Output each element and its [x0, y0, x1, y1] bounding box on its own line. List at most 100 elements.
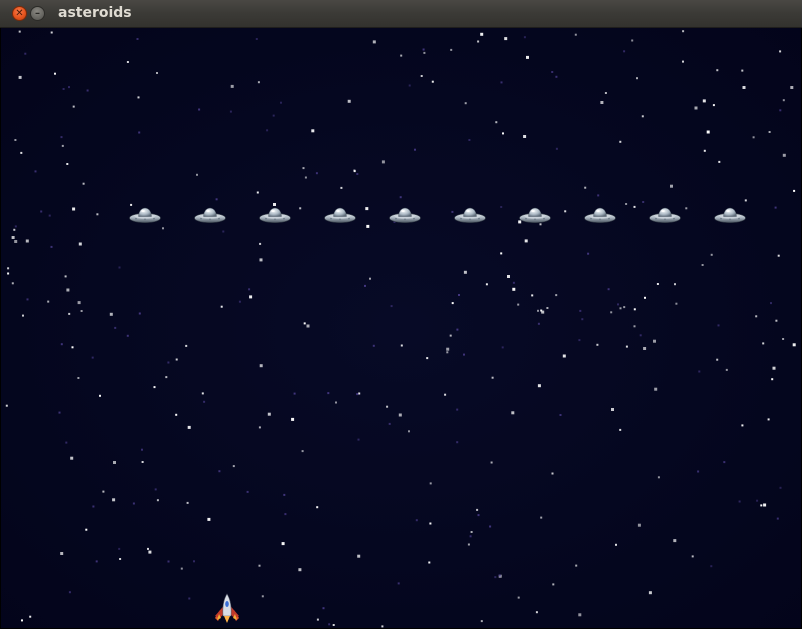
star [444, 393, 447, 396]
star [451, 302, 454, 305]
star [85, 528, 88, 531]
star [477, 40, 480, 43]
star [574, 33, 577, 36]
star [682, 60, 684, 63]
star [258, 426, 261, 429]
star [584, 186, 587, 189]
game-canvas[interactable] [1, 28, 801, 628]
faint-star [203, 400, 206, 403]
close-icon[interactable]: ✕ [12, 6, 27, 21]
faint-star [489, 525, 492, 528]
star [552, 583, 555, 586]
faint-star [293, 392, 296, 395]
star [60, 552, 64, 555]
star [682, 30, 685, 33]
star [102, 490, 105, 493]
star [463, 270, 467, 274]
faint-star [756, 499, 759, 502]
star [119, 558, 122, 560]
star [446, 347, 450, 351]
star [357, 554, 361, 558]
star [782, 99, 785, 102]
star [674, 283, 676, 286]
faint-star [500, 206, 503, 208]
star [725, 368, 728, 371]
faint-star [770, 302, 772, 305]
star [476, 508, 479, 511]
faint-star [451, 210, 454, 213]
star [64, 275, 67, 278]
star [311, 129, 315, 133]
star [332, 624, 335, 626]
faint-star [463, 353, 465, 356]
faint-star [167, 560, 170, 563]
star [258, 564, 261, 567]
star [372, 40, 376, 44]
star [381, 625, 384, 628]
faint-star [34, 170, 37, 173]
star [21, 619, 23, 622]
star [706, 130, 710, 134]
star [316, 506, 319, 509]
faint-star [468, 139, 471, 141]
faint-star [388, 422, 391, 425]
star [637, 523, 641, 527]
star [47, 300, 50, 303]
star [50, 31, 53, 34]
faint-star [327, 392, 330, 395]
star [299, 207, 302, 210]
faint-star [642, 201, 645, 203]
faint-star [68, 591, 71, 594]
star [156, 499, 159, 502]
faint-star [60, 136, 63, 139]
faint-star [581, 318, 584, 321]
faint-star [477, 514, 480, 517]
star [562, 354, 566, 358]
star [701, 264, 704, 266]
faint-star [167, 361, 170, 364]
title-bar[interactable]: ✕ – asteroids [0, 0, 802, 28]
star [741, 69, 744, 72]
star [656, 283, 659, 285]
star [291, 417, 295, 421]
faint-star [498, 574, 501, 577]
star [126, 61, 129, 63]
faint-star [559, 414, 562, 416]
star [636, 77, 638, 80]
star [96, 213, 99, 216]
star [539, 223, 542, 226]
faint-star [776, 517, 779, 520]
star [429, 482, 432, 485]
star [480, 32, 484, 36]
star [596, 343, 599, 346]
star [511, 411, 515, 415]
faint-star [717, 324, 720, 327]
faint-star [68, 86, 70, 89]
star [141, 461, 144, 463]
faint-star [26, 298, 29, 301]
faint-star [774, 206, 777, 209]
star [464, 102, 467, 105]
star [420, 75, 423, 77]
star [564, 210, 567, 213]
faint-star [136, 38, 139, 40]
faint-star [118, 266, 121, 269]
star [13, 228, 16, 231]
star [782, 153, 786, 157]
star [763, 503, 767, 507]
star [14, 240, 18, 243]
star [20, 151, 23, 154]
star [467, 543, 470, 546]
faint-star [248, 288, 251, 291]
faint-star [92, 505, 95, 508]
faint-star [58, 411, 61, 414]
minimize-icon[interactable]: – [30, 6, 45, 21]
star [257, 81, 260, 84]
star [335, 401, 337, 404]
faint-star [356, 393, 359, 396]
star [718, 160, 721, 163]
star [109, 312, 113, 316]
star [537, 309, 539, 312]
star [619, 428, 622, 431]
star [490, 461, 493, 464]
